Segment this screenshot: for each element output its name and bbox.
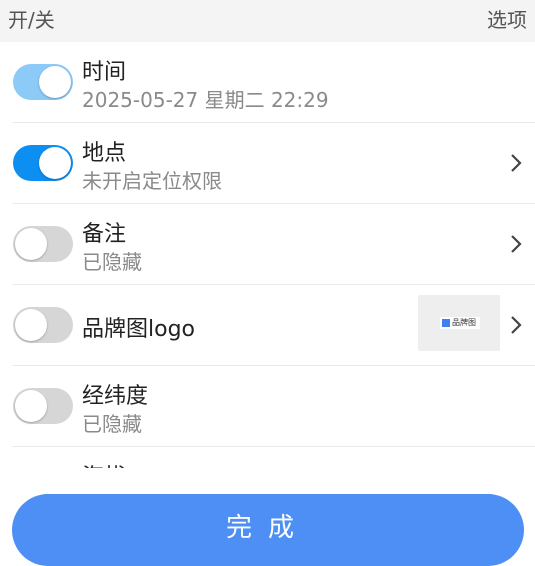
row-title: 地点 xyxy=(82,141,127,166)
list-item-coordinates[interactable]: 经纬度 已隐藏 xyxy=(12,366,535,447)
chevron-right-icon[interactable] xyxy=(509,233,523,255)
row-subtitle: 未开启定位权限 xyxy=(82,169,222,193)
list-item-time[interactable]: 时间 2025-05-27 星期二 22:29 xyxy=(12,42,535,123)
toggle-knob xyxy=(39,147,71,179)
toggle-knob xyxy=(15,309,47,341)
logo-text: 品牌图 xyxy=(452,318,476,327)
logo-mark-icon xyxy=(442,319,450,327)
chevron-right-icon[interactable] xyxy=(509,314,523,336)
row-title: 海拔 xyxy=(82,459,126,468)
toggle-knob xyxy=(39,66,71,98)
row-title: 时间 xyxy=(82,60,127,85)
toggle-column-label: 开/关 xyxy=(8,8,55,32)
time-toggle[interactable] xyxy=(13,64,73,100)
row-title: 品牌图logo xyxy=(82,317,195,342)
list-item-location[interactable]: 地点 未开启定位权限 xyxy=(12,123,535,204)
done-button[interactable]: 完成 xyxy=(12,494,524,566)
brand-logo-toggle[interactable] xyxy=(13,307,73,343)
list-item-remark[interactable]: 备注 已隐藏 xyxy=(12,204,535,285)
row-title: 经纬度 xyxy=(82,384,149,409)
toggle-knob xyxy=(15,390,47,422)
coordinates-toggle[interactable] xyxy=(13,388,73,424)
list-item-brand-logo[interactable]: 品牌图logo 品牌图 xyxy=(12,285,535,366)
chevron-right-icon[interactable] xyxy=(509,152,523,174)
row-subtitle: 已隐藏 xyxy=(82,412,142,436)
row-title: 备注 xyxy=(82,222,127,247)
remark-toggle[interactable] xyxy=(13,226,73,262)
options-list[interactable]: 时间 2025-05-27 星期二 22:29 地点 未开启定位权限 备注 已隐… xyxy=(0,42,535,468)
row-subtitle: 2025-05-27 星期二 22:29 xyxy=(82,88,329,112)
toggle-knob xyxy=(15,228,47,260)
options-column-label: 选项 xyxy=(487,8,527,32)
brand-logo-thumbnail: 品牌图 xyxy=(440,317,480,329)
header-bar: 开/关 选项 xyxy=(0,0,535,42)
location-toggle[interactable] xyxy=(13,145,73,181)
row-subtitle: 已隐藏 xyxy=(82,250,142,274)
list-item-altitude[interactable]: 海拔 xyxy=(12,447,535,468)
brand-logo-preview[interactable]: 品牌图 xyxy=(418,295,500,351)
